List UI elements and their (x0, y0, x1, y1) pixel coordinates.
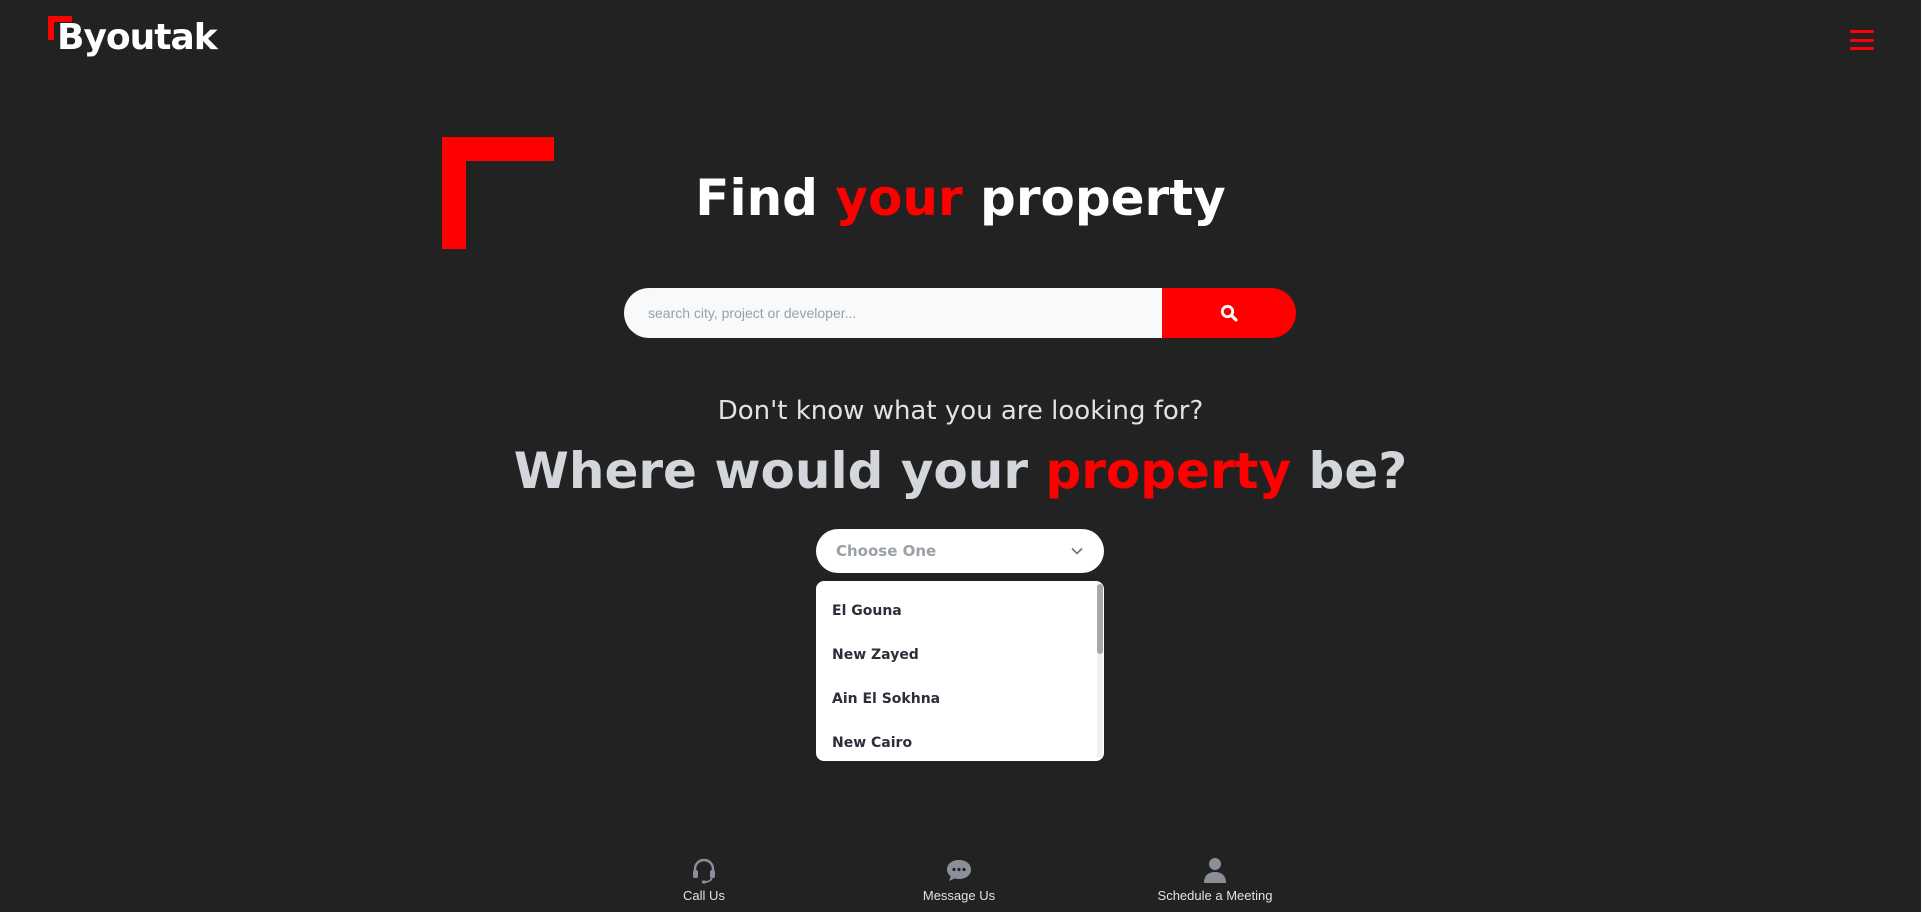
hero-title-part1: Find (695, 169, 818, 227)
schedule-meeting-button[interactable]: Schedule a Meeting (1155, 856, 1275, 903)
chat-bubble-icon (947, 860, 971, 881)
location-option[interactable]: Ain El Sokhna (816, 677, 1094, 721)
search-input[interactable] (624, 288, 1162, 338)
chevron-down-icon (1071, 547, 1083, 555)
location-title-part1: Where would your (513, 442, 1029, 500)
hamburger-menu-icon[interactable] (1848, 28, 1876, 52)
search-bar (624, 288, 1296, 338)
hero-title-accent: your (835, 169, 963, 227)
location-option[interactable]: New Zayed (816, 633, 1094, 677)
location-title-accent: property (1045, 442, 1292, 500)
location-options-list[interactable]: El Gouna New Zayed Ain El Sokhna New Cai… (816, 581, 1104, 761)
dropdown-scrollbar[interactable] (1097, 584, 1103, 758)
dropdown-scroll-thumb[interactable] (1097, 584, 1103, 654)
search-button[interactable] (1162, 288, 1296, 338)
page: Byoutak Find your property Don't know wh… (0, 0, 1921, 912)
location-select[interactable]: Choose One (816, 529, 1104, 573)
search-icon (1220, 304, 1238, 322)
location-select-value: Choose One (836, 542, 937, 560)
location-option[interactable]: El Gouna (816, 589, 1094, 633)
location-option[interactable]: New Cairo (816, 721, 1094, 761)
headset-icon (693, 858, 715, 884)
call-us-label: Call Us (683, 888, 725, 903)
hero-title-part2: property (980, 169, 1226, 227)
message-us-button[interactable]: Message Us (918, 856, 1000, 903)
location-title-part2: be? (1308, 442, 1408, 500)
location-title: Where would your property be? (0, 441, 1921, 501)
message-us-label: Message Us (922, 888, 996, 903)
hero-title: Find your property (0, 168, 1921, 228)
call-us-button[interactable]: Call Us (672, 856, 736, 903)
location-question: Don't know what you are looking for? (717, 396, 1204, 426)
brand-logo[interactable]: Byoutak (48, 16, 218, 66)
brand-name: Byoutak (57, 17, 218, 58)
user-icon (1204, 858, 1226, 883)
schedule-meeting-label: Schedule a Meeting (1157, 888, 1273, 903)
